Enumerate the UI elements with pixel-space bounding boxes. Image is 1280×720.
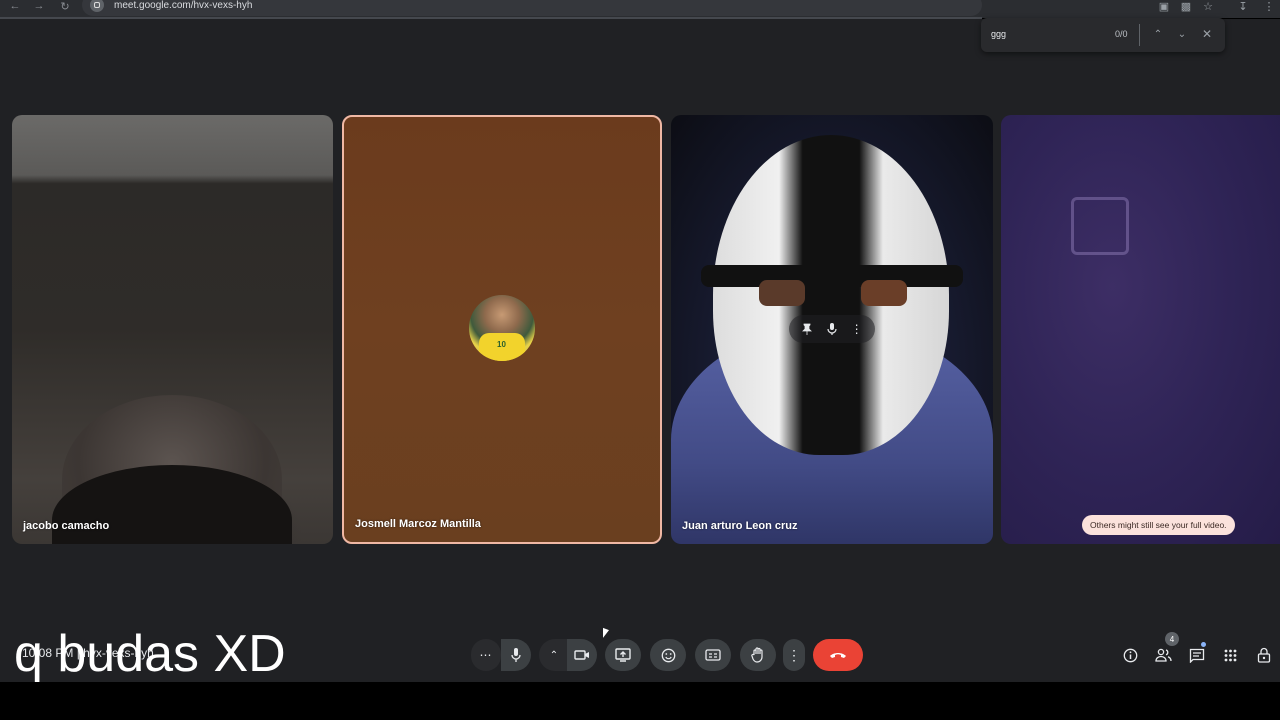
star-icon[interactable]: ☆ — [1201, 0, 1215, 13]
chat-icon — [1189, 648, 1205, 663]
end-call-icon — [830, 653, 846, 658]
host-controls-button[interactable] — [1254, 645, 1274, 665]
mic-icon[interactable] — [825, 322, 839, 336]
video-feed-band — [701, 265, 963, 287]
people-button[interactable] — [1153, 645, 1173, 665]
people-count-badge: 4 — [1165, 632, 1179, 646]
find-input[interactable]: ggg — [991, 29, 1006, 39]
emoji-icon — [661, 648, 675, 662]
address-bar[interactable]: meet.google.com/hvx-vexs-hyh — [82, 0, 982, 16]
mouse-cursor — [603, 627, 609, 641]
back-icon[interactable]: ← — [8, 0, 22, 12]
chevron-up-icon: ⌃ — [549, 649, 559, 661]
activities-icon — [1224, 649, 1236, 661]
raise-hand-button[interactable] — [740, 639, 776, 671]
participant-name: jacobo camacho — [23, 520, 110, 532]
end-call-button[interactable] — [813, 639, 863, 671]
pin-icon[interactable] — [800, 322, 814, 336]
host-controls-icon — [1257, 647, 1271, 663]
chevron-up-icon[interactable]: ⌃ — [1151, 27, 1165, 41]
find-result-count: 0/0 — [1115, 29, 1128, 39]
present-button[interactable] — [605, 639, 641, 671]
video-feed-eye-left — [759, 280, 805, 306]
info-icon — [1123, 648, 1137, 662]
more-vert-icon[interactable]: ⋮ — [850, 322, 864, 336]
camera-options-button[interactable]: ⌃ — [539, 639, 569, 671]
more-options-button[interactable]: ⋯ — [471, 639, 501, 671]
participant-name: Juan arturo Leon cruz — [682, 520, 798, 532]
present-icon — [615, 648, 631, 662]
reload-icon[interactable]: ↻ — [58, 0, 72, 13]
chevron-down-icon[interactable]: ⌄ — [1175, 27, 1189, 41]
more-vert-icon: ⋮ — [787, 646, 801, 663]
participant-tile[interactable]: jacobo camacho — [12, 115, 333, 544]
more-options-icon: ⋯ — [479, 648, 493, 662]
more-vert-button[interactable]: ⋮ — [783, 639, 805, 671]
activities-button[interactable] — [1220, 645, 1240, 665]
mic-icon — [511, 648, 521, 662]
meeting-details-button[interactable] — [1120, 645, 1140, 665]
extension-icon[interactable]: ▩ — [1179, 0, 1193, 13]
forward-icon[interactable]: → — [32, 0, 46, 12]
participant-tile-active[interactable]: 10 Josmell Marcoz Mantilla — [342, 115, 662, 544]
divider — [1139, 24, 1140, 46]
raise-hand-icon — [751, 647, 763, 663]
video-caption-overlay: q budas XD — [14, 625, 286, 683]
avatar-jersey-number: 10 — [497, 340, 506, 349]
close-icon[interactable]: ✕ — [1200, 27, 1214, 41]
participant-name: Josmell Marcoz Mantilla — [355, 518, 481, 530]
participant-tile[interactable]: ⋮ Juan arturo Leon cruz — [671, 115, 993, 544]
people-icon — [1154, 648, 1172, 662]
video-feed-eye-right — [861, 280, 907, 306]
url-text: meet.google.com/hvx-vexs-hyh — [114, 0, 253, 11]
tile-hover-controls: ⋮ — [789, 315, 875, 343]
video-feed-mask — [713, 135, 949, 455]
translate-icon[interactable]: ▣ — [1157, 0, 1171, 13]
letterbox-bottom — [0, 682, 1280, 720]
self-view-tile[interactable]: Others might still see your full video. — [1001, 115, 1280, 544]
site-info-icon[interactable] — [90, 0, 104, 12]
chat-button[interactable] — [1187, 645, 1207, 665]
menu-icon[interactable]: ⋮ — [1262, 0, 1276, 13]
captions-button[interactable] — [695, 639, 731, 671]
video-feed-object — [1071, 197, 1129, 255]
emoji-button[interactable] — [650, 639, 686, 671]
avatar: 10 — [469, 295, 535, 361]
self-view-notice: Others might still see your full video. — [1082, 515, 1235, 535]
browser-top-bar: ← → ↻ meet.google.com/hvx-vexs-hyh ▣ ▩ ☆… — [0, 0, 1280, 19]
chat-unread-dot — [1201, 642, 1206, 647]
camera-icon — [574, 650, 589, 660]
find-in-page-bar: ggg 0/0 ⌃ ⌄ ✕ — [981, 18, 1225, 52]
captions-icon — [705, 649, 721, 661]
download-icon[interactable]: ↧ — [1236, 0, 1250, 13]
